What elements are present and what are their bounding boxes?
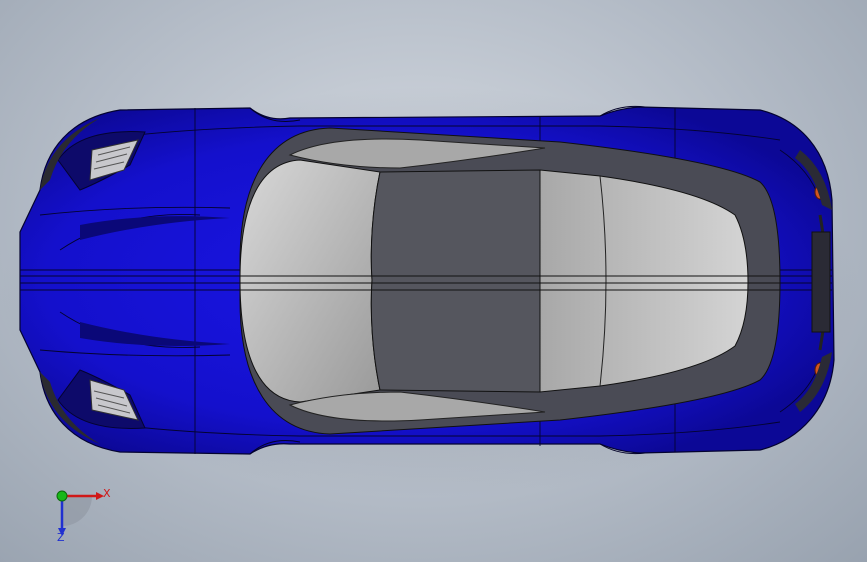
coordinate-triad: X Z <box>44 482 114 546</box>
graphics-viewport[interactable]: X Z <box>0 0 867 562</box>
rear-diffuser <box>811 231 831 333</box>
y-axis-dot <box>56 490 68 502</box>
z-axis-label: Z <box>57 531 65 544</box>
x-axis-label: X <box>103 487 111 500</box>
roof-panel <box>370 169 541 393</box>
car-model-top-view[interactable] <box>0 0 867 562</box>
windshield <box>239 159 381 403</box>
